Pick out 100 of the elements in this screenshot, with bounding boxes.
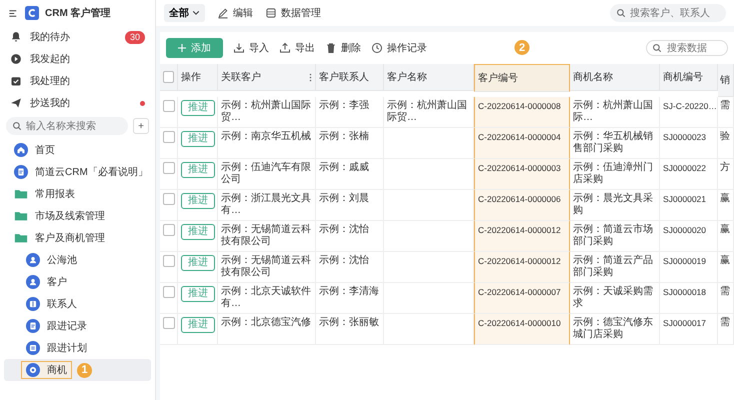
toolbar-button[interactable]: 删除 bbox=[325, 41, 361, 55]
table-cell: 需 bbox=[718, 314, 734, 345]
clock-icon bbox=[371, 42, 383, 54]
more-icon[interactable] bbox=[309, 72, 312, 82]
target-icon bbox=[26, 363, 40, 377]
checkbox[interactable] bbox=[163, 224, 175, 236]
home-icon bbox=[14, 143, 28, 157]
search-field[interactable]: 输入名称来搜索 bbox=[6, 117, 128, 135]
table-cell: 示例：伍迪漳州门店采购 bbox=[570, 159, 660, 190]
nav-item[interactable]: 简道云CRM「必看说明」 bbox=[4, 161, 151, 183]
step-marker: 1 bbox=[77, 362, 92, 378]
send-icon bbox=[10, 97, 22, 109]
table-cell: 需 bbox=[718, 283, 734, 314]
user-icon bbox=[26, 253, 40, 267]
table-cell: 示例：华五机械销售部门采购 bbox=[570, 128, 660, 159]
plus-icon bbox=[178, 44, 186, 52]
table-icon bbox=[265, 7, 277, 19]
table-cell: C-20220614-0000012 bbox=[474, 252, 570, 283]
table-cell: SJ0000021 bbox=[660, 190, 718, 221]
folder-icon bbox=[14, 209, 28, 223]
table-cell: C-20220614-0000012 bbox=[474, 221, 570, 252]
menu-item[interactable]: 我发起的 bbox=[4, 48, 151, 70]
table-cell: 示例：无锡简道云科技有限公司 bbox=[218, 252, 316, 283]
search-field[interactable]: 搜索数据 bbox=[646, 40, 728, 56]
download-icon bbox=[233, 42, 245, 54]
search-field[interactable]: 搜索客户、联系人 bbox=[610, 4, 726, 22]
nav-item[interactable]: 客户及商机管理 bbox=[4, 227, 151, 249]
table-cell: SJ0000018 bbox=[660, 283, 718, 314]
table-cell: 方 bbox=[718, 159, 734, 190]
menu-icon[interactable] bbox=[8, 8, 19, 18]
table-cell: 示例：无锡简道云科技有限公司 bbox=[218, 221, 316, 252]
table-cell: 示例：简道云产品部门采购 bbox=[570, 252, 660, 283]
play-icon bbox=[10, 53, 22, 65]
bell-icon bbox=[10, 31, 22, 43]
table-cell: 示例：德宝汽修东城门店采购 bbox=[570, 314, 660, 345]
nav-item[interactable]: 跟进计划 bbox=[4, 337, 151, 359]
nav-item[interactable]: 常用报表 bbox=[4, 183, 151, 205]
table-cell: 示例：北京德宝汽修 bbox=[218, 314, 316, 345]
filter-dropdown[interactable]: 全部 bbox=[164, 4, 205, 22]
checkbox[interactable] bbox=[163, 317, 175, 329]
table-cell: 示例：刘晨 bbox=[316, 190, 384, 221]
user-icon bbox=[26, 275, 40, 289]
column-title: 操作 bbox=[181, 71, 201, 84]
table-cell: SJ0000017 bbox=[660, 314, 718, 345]
table-cell: C-20220614-0000003 bbox=[474, 159, 570, 190]
toolbar-button[interactable]: 导出 bbox=[279, 41, 315, 55]
table-cell: 示例：晨光文具采购 bbox=[570, 190, 660, 221]
table-cell: 赢 bbox=[718, 221, 734, 252]
toolbar-button[interactable]: 导入 bbox=[233, 41, 269, 55]
table-cell: 示例：南京华五机械 bbox=[218, 128, 316, 159]
add-button[interactable]: + bbox=[133, 118, 149, 134]
contact-card-icon bbox=[26, 297, 40, 311]
column-title: 关联客户 bbox=[221, 70, 261, 84]
logo-icon bbox=[25, 6, 39, 20]
menu-item[interactable]: 抄送我的 bbox=[4, 92, 151, 114]
nav-item[interactable]: 首页 bbox=[4, 139, 151, 161]
nav-item[interactable]: 跟进记录 bbox=[4, 315, 151, 337]
nav-item[interactable]: 公海池 bbox=[4, 249, 151, 271]
checkbox[interactable] bbox=[163, 100, 175, 112]
table-cell: 示例：沈怡 bbox=[316, 252, 384, 283]
checked-calendar-icon bbox=[10, 75, 22, 87]
table-cell: SJ0000023 bbox=[660, 128, 718, 159]
checkbox[interactable] bbox=[163, 286, 175, 298]
table-cell: 示例：戚威 bbox=[316, 159, 384, 190]
toolbar-button[interactable]: 数据管理 bbox=[265, 6, 321, 20]
table-cell: 需 bbox=[718, 97, 734, 128]
checkbox[interactable] bbox=[163, 193, 175, 205]
column-title: 客户名称 bbox=[387, 70, 427, 84]
folder-icon bbox=[14, 231, 28, 245]
table-cell: 示例：张楠 bbox=[316, 128, 384, 159]
table-cell: 示例：天诚采购需求 bbox=[570, 283, 660, 314]
nav-item[interactable]: 客户 bbox=[4, 271, 151, 293]
nav-item[interactable]: 市场及线索管理 bbox=[4, 205, 151, 227]
table-cell: SJ0000020 bbox=[660, 221, 718, 252]
folder-icon bbox=[14, 187, 28, 201]
table-cell: 示例：伍迪汽车有限公司 bbox=[218, 159, 316, 190]
step-marker: 2 bbox=[514, 40, 530, 55]
menu-item[interactable]: 我处理的 bbox=[4, 70, 151, 92]
nav-item[interactable]: 商机 1 bbox=[4, 359, 151, 381]
table-cell: 示例：杭州萧山国际贸… bbox=[218, 97, 316, 128]
column-title: 客户联系人 bbox=[319, 70, 369, 84]
toolbar-button[interactable]: 操作记录 bbox=[371, 41, 427, 55]
trash-icon bbox=[325, 42, 337, 54]
table-cell: 示例：李强 bbox=[316, 97, 384, 128]
toolbar-button[interactable]: 编辑 bbox=[217, 6, 253, 20]
table-cell: C-20220614-0000007 bbox=[474, 283, 570, 314]
menu-item[interactable]: 我的待办 30 bbox=[4, 26, 151, 48]
pencil-icon bbox=[217, 7, 229, 19]
count-badge: 30 bbox=[124, 30, 145, 44]
checkbox[interactable] bbox=[163, 255, 175, 267]
nav-item[interactable]: 联系人 bbox=[4, 293, 151, 315]
table-cell: 示例：张丽敏 bbox=[316, 314, 384, 345]
checkbox[interactable] bbox=[163, 131, 175, 143]
checkbox[interactable] bbox=[163, 162, 175, 174]
document-icon bbox=[14, 165, 28, 179]
table-cell: C-20220614-0000008 bbox=[474, 97, 570, 128]
table-cell: 示例：浙江晨光文具有… bbox=[218, 190, 316, 221]
checkbox[interactable] bbox=[163, 71, 174, 83]
table-cell: SJ0000022 bbox=[660, 159, 718, 190]
list-icon bbox=[26, 341, 40, 355]
